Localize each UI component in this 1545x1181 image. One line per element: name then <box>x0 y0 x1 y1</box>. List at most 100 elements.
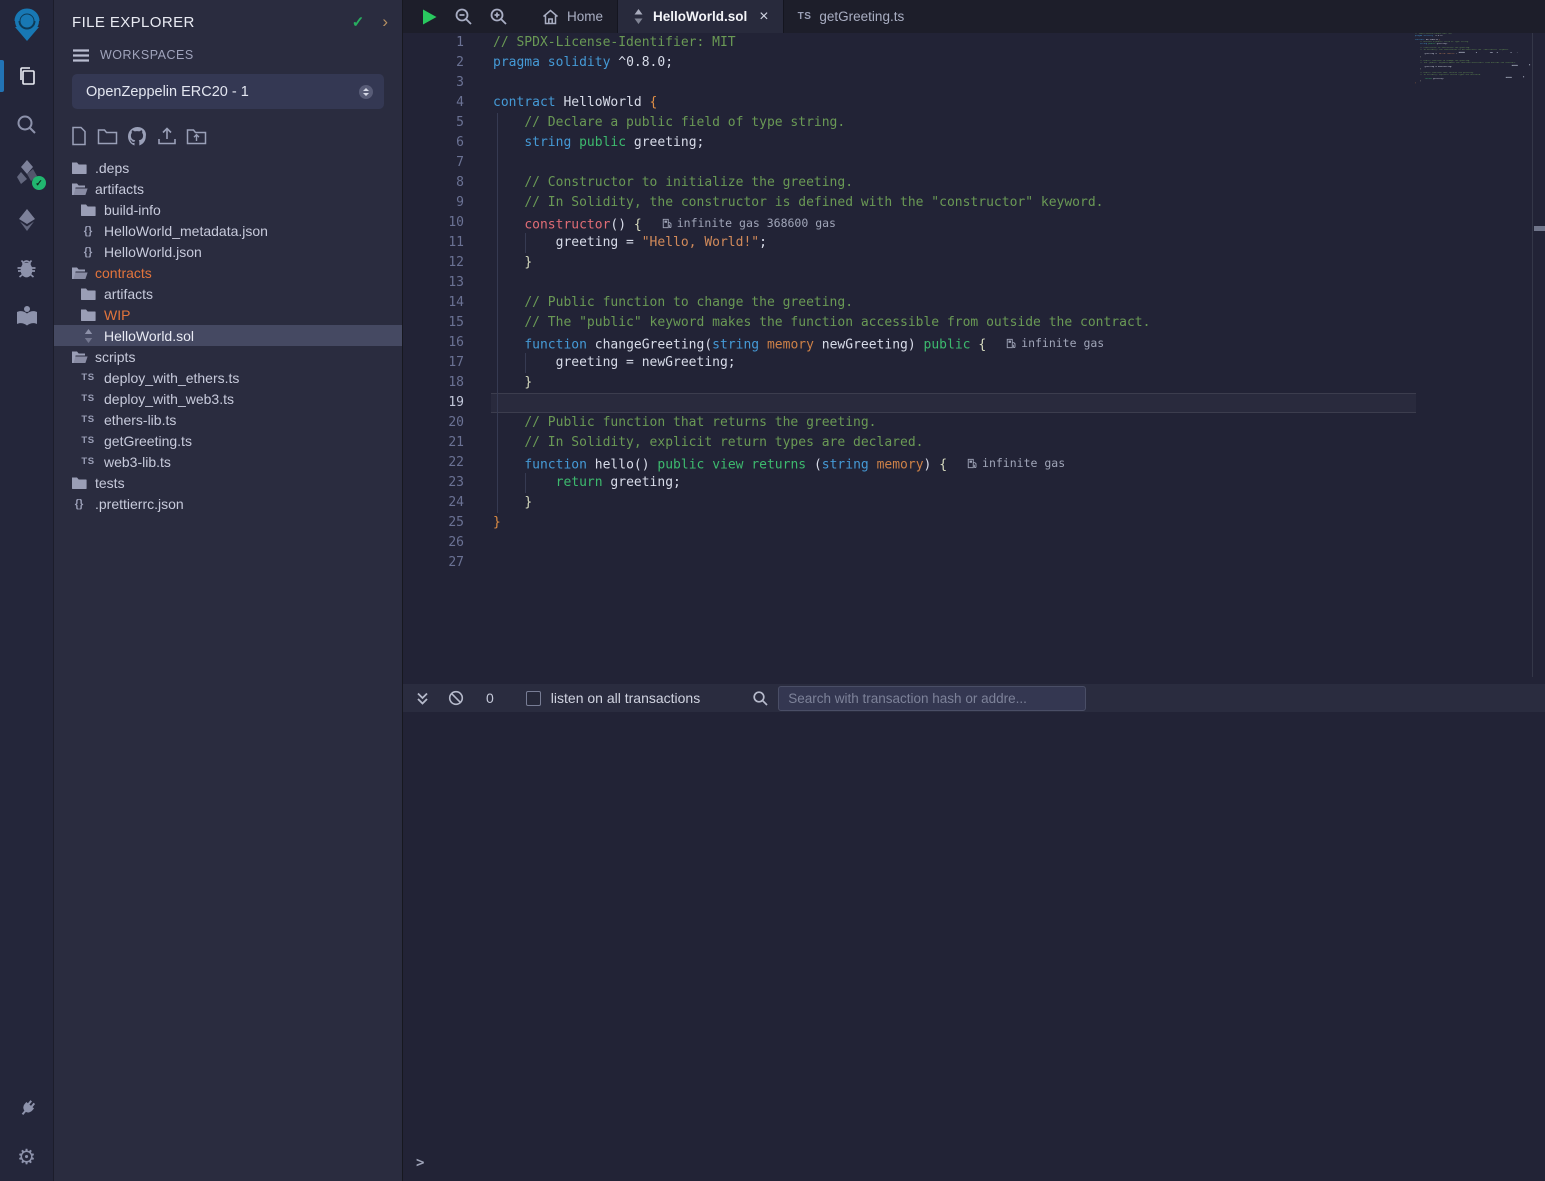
line-number[interactable]: 25 <box>403 513 491 533</box>
line-number[interactable]: 22 <box>403 453 491 473</box>
tree-item-helloworld-metadata-json[interactable]: {}HelloWorld_metadata.json <box>54 220 402 241</box>
code-line[interactable]: // The "public" keyword makes the functi… <box>493 313 1415 333</box>
line-number-gutter[interactable]: 1234567891011121314151617181920212223242… <box>403 33 491 573</box>
line-number[interactable]: 11 <box>403 233 491 253</box>
tree-item-deploy-with-web3-ts[interactable]: TSdeploy_with_web3.ts <box>54 388 402 409</box>
code-line[interactable]: constructor() {infinite gas 368600 gas <box>493 213 1415 233</box>
run-script-icon[interactable] <box>421 8 438 26</box>
listen-transactions-checkbox[interactable] <box>526 691 541 706</box>
tree-item-artifacts[interactable]: artifacts <box>54 283 402 304</box>
tab-helloworld-sol[interactable]: HelloWorld.sol × <box>617 0 784 33</box>
line-number[interactable]: 16 <box>403 333 491 353</box>
solidity-compiler-icon[interactable]: ✓ <box>0 148 53 196</box>
code-line[interactable]: // Declare a public field of type string… <box>493 113 1415 133</box>
code-line[interactable]: } <box>493 513 1415 533</box>
code-line[interactable]: // Public function that returns the gree… <box>493 413 1415 433</box>
line-number[interactable]: 3 <box>403 73 491 93</box>
code-line[interactable] <box>493 73 1415 93</box>
code-line[interactable] <box>493 553 1415 573</box>
line-number[interactable]: 17 <box>403 353 491 373</box>
line-number[interactable]: 26 <box>403 533 491 553</box>
line-number[interactable]: 18 <box>403 373 491 393</box>
code-content[interactable]: // SPDX-License-Identifier: MITpragma so… <box>493 33 1415 573</box>
tree-item-tests[interactable]: tests <box>54 472 402 493</box>
solidity-unit-testing-icon[interactable] <box>0 292 53 340</box>
line-number[interactable]: 27 <box>403 553 491 573</box>
tree-item-artifacts[interactable]: artifacts <box>54 178 402 199</box>
terminal-search-input[interactable] <box>778 686 1086 711</box>
code-line[interactable]: // In Solidity, explicit return types ar… <box>493 433 1415 453</box>
code-line[interactable]: string public greeting; <box>493 133 1415 153</box>
zoom-in-icon[interactable] <box>489 7 508 26</box>
line-number[interactable]: 9 <box>403 193 491 213</box>
code-line[interactable]: } <box>493 493 1415 513</box>
line-number[interactable]: 10 <box>403 213 491 233</box>
panel-collapse-icon[interactable]: › <box>382 12 388 32</box>
tree-item-contracts[interactable]: contracts <box>54 262 402 283</box>
code-line[interactable]: // In Solidity, the constructor is defin… <box>493 193 1415 213</box>
upload-file-icon[interactable] <box>157 126 177 146</box>
minimap[interactable]: // SPDX-License-Identifier: MITpragma so… <box>1415 33 1532 677</box>
upload-folder-icon[interactable] <box>186 127 207 145</box>
tree-item-helloworld-sol[interactable]: HelloWorld.sol <box>54 325 402 346</box>
line-number[interactable]: 1 <box>403 33 491 53</box>
search-icon[interactable] <box>0 100 53 148</box>
editor-scrollbar[interactable] <box>1532 33 1545 677</box>
line-number[interactable]: 6 <box>403 133 491 153</box>
line-number[interactable]: 5 <box>403 113 491 133</box>
line-number[interactable]: 2 <box>403 53 491 73</box>
code-line[interactable]: function hello() public view returns (st… <box>493 453 1415 473</box>
code-line[interactable]: return greeting; <box>493 473 1415 493</box>
tab-home[interactable]: Home <box>528 0 617 33</box>
plugin-manager-icon[interactable] <box>0 1085 53 1133</box>
close-tab-icon[interactable]: × <box>759 8 768 26</box>
code-line[interactable]: greeting = "Hello, World!"; <box>493 233 1415 253</box>
line-number[interactable]: 7 <box>403 153 491 173</box>
tree-item-web3-lib-ts[interactable]: TSweb3-lib.ts <box>54 451 402 472</box>
new-folder-icon[interactable] <box>97 127 118 145</box>
file-explorer-icon[interactable] <box>0 52 53 100</box>
code-editor[interactable]: 1234567891011121314151617181920212223242… <box>403 33 1545 677</box>
terminal-prompt[interactable]: > <box>416 1155 424 1171</box>
code-line[interactable]: contract HelloWorld { <box>493 93 1415 113</box>
code-line[interactable] <box>493 273 1415 293</box>
line-number[interactable]: 8 <box>403 173 491 193</box>
tree-item-scripts[interactable]: scripts <box>54 346 402 367</box>
line-number[interactable]: 21 <box>403 433 491 453</box>
debugger-icon[interactable] <box>0 244 53 292</box>
line-number[interactable]: 14 <box>403 293 491 313</box>
line-number[interactable]: 12 <box>403 253 491 273</box>
code-line[interactable]: } <box>493 373 1415 393</box>
settings-icon[interactable]: ⚙ <box>0 1133 53 1181</box>
tree-item-ethers-lib-ts[interactable]: TSethers-lib.ts <box>54 409 402 430</box>
tree-item-helloworld-json[interactable]: {}HelloWorld.json <box>54 241 402 262</box>
new-file-icon[interactable] <box>70 126 88 146</box>
deploy-and-run-icon[interactable] <box>0 196 53 244</box>
line-number[interactable]: 20 <box>403 413 491 433</box>
clear-console-icon[interactable] <box>448 690 464 706</box>
line-number[interactable]: 4 <box>403 93 491 113</box>
remix-logo-icon[interactable] <box>0 0 53 52</box>
tree-item-deps[interactable]: .deps <box>54 157 402 178</box>
code-line[interactable]: // Constructor to initialize the greetin… <box>493 173 1415 193</box>
tree-item-prettierrc-json[interactable]: {}.prettierrc.json <box>54 493 402 514</box>
code-line[interactable]: // SPDX-License-Identifier: MIT <box>493 33 1415 53</box>
code-line[interactable] <box>493 533 1415 553</box>
code-line[interactable]: function changeGreeting(string memory ne… <box>493 333 1415 353</box>
workspace-select[interactable]: OpenZeppelin ERC20 - 1 <box>72 74 384 109</box>
tree-item-build-info[interactable]: build-info <box>54 199 402 220</box>
panel-check-icon[interactable]: ✓ <box>352 13 365 31</box>
code-line[interactable]: greeting = newGreeting; <box>493 353 1415 373</box>
tree-item-wip[interactable]: WIP <box>54 304 402 325</box>
line-number[interactable]: 24 <box>403 493 491 513</box>
code-line[interactable]: // Public function to change the greetin… <box>493 293 1415 313</box>
tab-getgreeting-ts[interactable]: TS getGreeting.ts <box>784 0 919 33</box>
zoom-out-icon[interactable] <box>454 7 473 26</box>
code-line[interactable] <box>493 393 1415 413</box>
line-number[interactable]: 13 <box>403 273 491 293</box>
tree-item-deploy-with-ethers-ts[interactable]: TSdeploy_with_ethers.ts <box>54 367 402 388</box>
line-number[interactable]: 15 <box>403 313 491 333</box>
collapse-terminal-icon[interactable] <box>415 691 430 706</box>
code-line[interactable]: pragma solidity ^0.8.0; <box>493 53 1415 73</box>
line-number[interactable]: 23 <box>403 473 491 493</box>
